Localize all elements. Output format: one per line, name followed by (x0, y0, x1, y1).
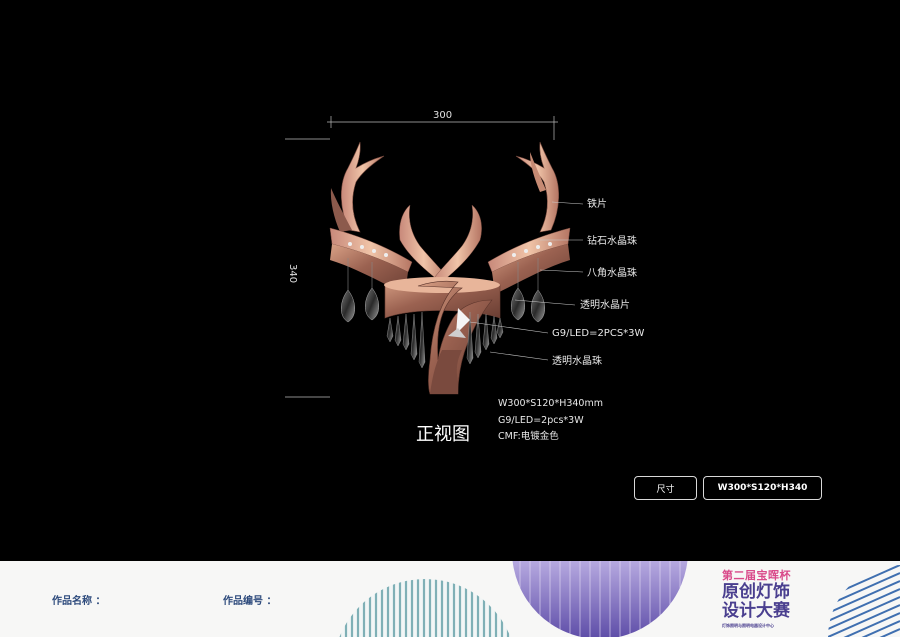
work-name-label: 作品名称 ： (52, 596, 106, 607)
lamp-illustration (329, 141, 571, 395)
logo-subtitle: 灯饰照明与照明电器设计中心 (722, 623, 774, 628)
callout-light-source: G9/LED=2PCS*3W (552, 328, 645, 339)
logo-line-1: 原创灯饰 (722, 582, 790, 602)
footer-bar: 作品名称 ： 作品编号 ： 第二届宝晖杯 原创灯饰 设计大赛 灯饰照明与照明电器… (0, 561, 900, 637)
spec-cmf: CMF:电镀金色 (498, 431, 559, 442)
spec-light-source: G9/LED=2pcs*3W (498, 414, 584, 426)
height-dimension-label: 340 (287, 264, 298, 283)
competition-logo: 第二届宝晖杯 原创灯饰 设计大赛 灯饰照明与照明电器设计中心 (722, 567, 832, 629)
callout-clear-crystal-sheet: 透明水晶片 (580, 298, 630, 311)
callout-clear-crystal-bead: 透明水晶珠 (552, 354, 602, 367)
callout-octagon-crystal: 八角水晶珠 (587, 266, 637, 279)
callout-iron-sheet: 铁片 (587, 197, 607, 210)
size-label-cell: 尺寸 (634, 476, 697, 500)
height-dimension: 340 (285, 138, 330, 398)
width-dimension: 300 (327, 110, 558, 140)
spec-list: W300*S120*H340mm G9/LED=2pcs*3W CMF:电镀金色 (498, 396, 603, 446)
width-dimension-label: 300 (433, 110, 452, 121)
callout-diamond-crystal: 钻石水晶珠 (587, 234, 637, 247)
size-value-cell: W300*S120*H340 (703, 476, 822, 500)
spec-dimensions: W300*S120*H340mm (498, 398, 603, 409)
work-number-label: 作品编号 ： (223, 596, 277, 607)
view-title: 正视图 (416, 424, 470, 445)
logo-edition: 第二届宝晖杯 (722, 569, 791, 582)
design-sheet: 300 340 铁片 钻石水晶珠 八角水晶珠 透明水晶片 G9/LED=2PCS… (0, 0, 900, 637)
logo-line-2: 设计大赛 (722, 601, 790, 621)
